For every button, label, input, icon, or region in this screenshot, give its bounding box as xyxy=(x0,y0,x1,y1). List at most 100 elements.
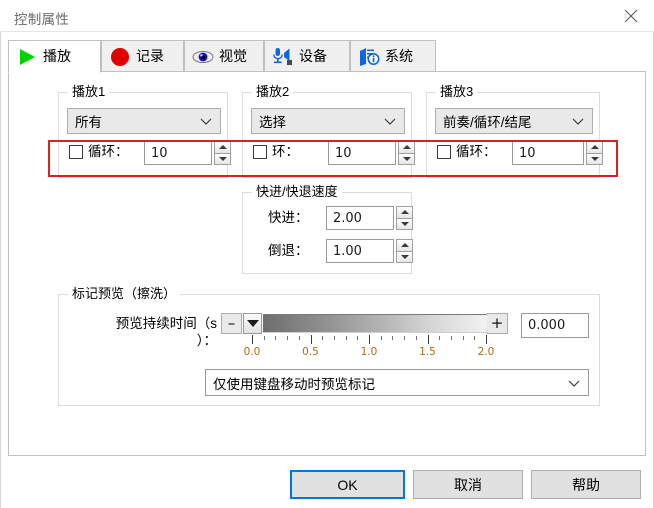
slider-increment-label: + xyxy=(490,314,504,332)
slider-tick-minor xyxy=(392,336,394,340)
preview-mode-select[interactable]: 仅使用键盘移动时预览标记 xyxy=(205,369,589,396)
rewind-speed-input[interactable]: 1.00 xyxy=(326,239,394,263)
slider-tick-minor xyxy=(345,336,347,340)
group-playback-3: 播放3 前奏/循环/结尾 循环： 10 xyxy=(426,85,603,178)
playback-1-loop-input[interactable]: 10 xyxy=(144,141,212,165)
slider-tick-minor xyxy=(357,336,359,340)
playback-1-loop-checkbox[interactable] xyxy=(69,145,83,159)
playback-1-loop-step-up[interactable] xyxy=(214,141,231,154)
playback-3-loop-checkbox[interactable] xyxy=(437,145,451,159)
tab-system-label: 系统 xyxy=(385,48,413,64)
chevron-down-icon xyxy=(200,118,212,125)
group-playback-1-title: 播放1 xyxy=(68,85,110,99)
slider-tick-major xyxy=(427,335,429,344)
ok-button-label: OK xyxy=(337,476,358,493)
slider-thumb[interactable] xyxy=(243,313,262,334)
playback-3-loop-stepper[interactable] xyxy=(586,141,603,165)
slider-tick-major xyxy=(486,335,487,344)
playback-3-loop-step-down[interactable] xyxy=(586,153,603,165)
group-playback-2-title: 播放2 xyxy=(252,85,294,99)
forward-speed-input[interactable]: 2.00 xyxy=(326,206,394,230)
tab-playback-label: 播放 xyxy=(43,48,71,64)
playback-1-mode-select[interactable]: 所有 xyxy=(67,108,221,134)
rewind-speed-step-down[interactable] xyxy=(396,251,413,263)
rewind-speed-step-up[interactable] xyxy=(396,239,413,252)
cancel-button-label: 取消 xyxy=(454,476,482,493)
slider-decrement-button[interactable]: – xyxy=(221,313,242,334)
group-marker-preview-title: 标记预览（擦洗） xyxy=(68,287,181,301)
tab-system[interactable]: 系统 xyxy=(350,40,436,72)
playback-2-mode-select[interactable]: 选择 xyxy=(251,108,405,134)
ok-button[interactable]: OK xyxy=(290,470,405,499)
playback-3-loop-input[interactable]: 10 xyxy=(512,141,584,165)
help-button-label: 帮助 xyxy=(572,476,600,493)
tab-record-label: 记录 xyxy=(136,48,164,64)
playback-2-loop-step-down[interactable] xyxy=(398,153,415,165)
rewind-speed-value: 1.00 xyxy=(333,243,362,259)
tab-vision[interactable]: 视觉 xyxy=(184,40,264,72)
playback-3-mode-select[interactable]: 前奏/循环/结尾 xyxy=(435,108,593,134)
slider-tick-minor xyxy=(474,336,476,340)
playback-2-loop-value: 10 xyxy=(335,145,352,161)
slider-tick-label: 0.5 xyxy=(302,346,319,358)
forward-speed-value: 2.00 xyxy=(333,210,362,226)
system-info-icon xyxy=(360,47,380,66)
slider-tick-minor xyxy=(333,336,335,340)
preview-mode-value: 仅使用键盘移动时预览标记 xyxy=(213,376,375,392)
preview-duration-slider[interactable]: – + 0.0 0.5 1.0 1.5 2.0 xyxy=(221,313,517,361)
playback-1-loop-stepper[interactable] xyxy=(214,141,231,165)
playback-2-mode-value: 选择 xyxy=(259,115,286,130)
slider-tick-minor xyxy=(439,336,441,340)
slider-tick-minor xyxy=(380,336,382,340)
chevron-down-icon xyxy=(384,118,396,125)
playback-2-loop-stepper[interactable] xyxy=(398,141,415,165)
tab-record[interactable]: 记录 xyxy=(101,40,184,72)
play-triangle-icon xyxy=(20,48,35,65)
window-edge-left xyxy=(0,0,1,508)
help-button[interactable]: 帮助 xyxy=(531,470,641,499)
preview-duration-label-line1: 预览持续时间（s xyxy=(115,316,217,331)
group-marker-preview: 标记预览（擦洗） 预览持续时间（s ）： – + 0.0 0.5 1.0 1.5 2.0… xyxy=(58,287,600,406)
group-fastforward-speed-title: 快进/快退速度 xyxy=(252,185,342,199)
cancel-button[interactable]: 取消 xyxy=(413,470,523,499)
chevron-down-icon xyxy=(572,118,584,125)
rewind-speed-stepper[interactable] xyxy=(396,239,413,263)
forward-speed-step-down[interactable] xyxy=(396,218,413,230)
slider-tick-label: 1.5 xyxy=(419,346,436,358)
tab-device[interactable]: 设备 xyxy=(264,40,350,72)
tab-strip: 播放 记录 视觉 设备 系统 xyxy=(8,40,646,73)
slider-tick-minor xyxy=(275,336,277,340)
slider-tick-minor xyxy=(287,336,289,340)
forward-speed-stepper[interactable] xyxy=(396,206,413,230)
playback-2-loop-checkbox[interactable] xyxy=(253,145,267,159)
group-fastforward-speed: 快进/快退速度 快进： 2.00 倒退： 1.00 xyxy=(242,185,413,274)
preview-duration-input[interactable]: 0.000 xyxy=(521,313,589,338)
playback-1-loop-value: 10 xyxy=(151,145,168,161)
group-playback-2: 播放2 选择 环： 10 xyxy=(242,85,415,178)
slider-track[interactable] xyxy=(263,314,487,333)
playback-3-loop-label: 循环： xyxy=(456,144,497,159)
group-playback-1: 播放1 所有 循环： 10 xyxy=(58,85,231,178)
slider-tick-major xyxy=(252,335,253,344)
playback-1-loop-step-down[interactable] xyxy=(214,153,231,165)
tab-vision-label: 视觉 xyxy=(219,48,247,64)
slider-tick-minor xyxy=(263,336,265,340)
eye-icon xyxy=(192,50,214,63)
playback-3-mode-value: 前奏/循环/结尾 xyxy=(443,115,532,130)
rewind-speed-label: 倒退： xyxy=(268,243,309,258)
playback-2-loop-input[interactable]: 10 xyxy=(328,141,396,165)
playback-3-loop-step-up[interactable] xyxy=(586,141,603,154)
forward-speed-step-up[interactable] xyxy=(396,206,413,219)
playback-1-mode-value: 所有 xyxy=(75,115,102,130)
slider-tick-label: 0.0 xyxy=(243,346,261,358)
playback-2-loop-step-up[interactable] xyxy=(398,141,415,154)
forward-speed-label: 快进： xyxy=(268,210,309,225)
close-button[interactable] xyxy=(608,0,654,31)
record-circle-icon xyxy=(111,47,129,66)
slider-increment-button[interactable]: + xyxy=(487,313,508,334)
slider-tick-minor xyxy=(298,336,300,340)
slider-tick-label: 1.0 xyxy=(360,346,378,358)
preview-duration-label: 预览持续时间（s ）： xyxy=(69,315,217,349)
tab-playback[interactable]: 播放 xyxy=(8,40,101,73)
playback-2-loop-label: 环： xyxy=(272,144,299,159)
